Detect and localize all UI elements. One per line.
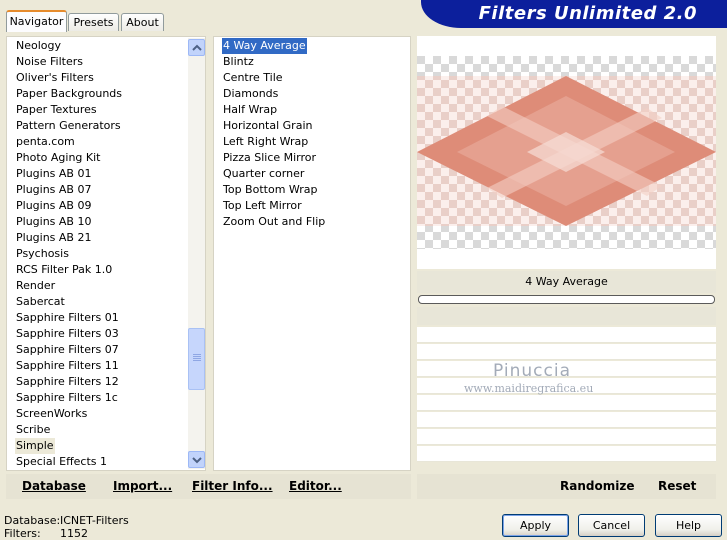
effect-item[interactable]: Centre Tile <box>222 70 284 86</box>
category-item[interactable]: Simple <box>15 438 55 454</box>
parameter-row <box>417 395 716 411</box>
database-button[interactable]: Database <box>22 479 86 493</box>
category-item[interactable]: Oliver's Filters <box>15 70 95 86</box>
database-label: Database: <box>4 514 61 527</box>
effect-item[interactable]: Top Bottom Wrap <box>222 182 319 198</box>
database-value: ICNET-Filters <box>60 514 129 527</box>
category-item[interactable]: Psychosis <box>15 246 70 262</box>
filters-count: 1152 <box>60 527 88 540</box>
effect-item[interactable]: Horizontal Grain <box>222 118 313 134</box>
preview-image <box>417 56 716 249</box>
category-item[interactable]: Plugins AB 01 <box>15 166 92 182</box>
parameter-row <box>417 327 716 343</box>
category-item[interactable]: Sapphire Filters 11 <box>15 358 120 374</box>
app-title: Filters Unlimited 2.0 <box>478 3 697 24</box>
filters-label: Filters: <box>4 527 41 540</box>
category-item[interactable]: Photo Aging Kit <box>15 150 101 166</box>
category-item[interactable]: Plugins AB 07 <box>15 182 92 198</box>
randomize-button[interactable]: Randomize <box>560 479 634 493</box>
category-item[interactable]: Pattern Generators <box>15 118 122 134</box>
category-item[interactable]: Sapphire Filters 03 <box>15 326 120 342</box>
category-item[interactable]: Render <box>15 278 56 294</box>
category-item[interactable]: Noise Filters <box>15 54 84 70</box>
category-item[interactable]: Neology <box>15 38 62 54</box>
effect-item[interactable]: Half Wrap <box>222 102 278 118</box>
category-item[interactable]: Sabercat <box>15 294 66 310</box>
effect-item[interactable]: Blintz <box>222 54 255 70</box>
chevron-up-icon <box>192 44 202 51</box>
scroll-thumb[interactable] <box>188 328 205 390</box>
parameter-row <box>417 344 716 360</box>
preview-area <box>417 36 716 269</box>
chevron-down-icon <box>192 457 202 464</box>
current-effect-label: 4 Way Average <box>417 271 716 293</box>
category-item[interactable]: penta.com <box>15 134 76 150</box>
effect-item[interactable]: Zoom Out and Flip <box>222 214 326 230</box>
scroll-up-button[interactable] <box>188 39 205 56</box>
progress-bar <box>418 295 715 304</box>
scroll-down-button[interactable] <box>188 451 205 468</box>
effect-item[interactable]: 4 Way Average <box>222 38 307 54</box>
import-button[interactable]: Import... <box>113 479 172 493</box>
effect-item[interactable]: Pizza Slice Mirror <box>222 150 317 166</box>
app-banner: Filters Unlimited 2.0 <box>421 0 727 28</box>
left-button-bar: Database Import... Filter Info... Editor… <box>6 474 411 499</box>
parameter-row <box>417 446 716 462</box>
category-item[interactable]: Plugins AB 21 <box>15 230 92 246</box>
category-item[interactable]: Scribe <box>15 422 51 438</box>
watermark-name: Pinuccia <box>493 361 571 381</box>
category-item[interactable]: Sapphire Filters 12 <box>15 374 120 390</box>
effect-item[interactable]: Quarter corner <box>222 166 305 182</box>
effect-item[interactable]: Left Right Wrap <box>222 134 309 150</box>
category-scrollbar[interactable] <box>188 38 205 469</box>
parameter-row <box>417 429 716 445</box>
reset-button[interactable]: Reset <box>658 479 696 493</box>
category-item[interactable]: Paper Textures <box>15 102 98 118</box>
category-item[interactable]: Plugins AB 10 <box>15 214 92 230</box>
category-item[interactable]: Sapphire Filters 01 <box>15 310 120 326</box>
watermark-url: www.maidiregrafica.eu <box>464 382 594 395</box>
filter-category-list[interactable]: Neology Noise Filters Oliver's Filters Pape… <box>6 36 206 471</box>
editor-button[interactable]: Editor... <box>289 479 342 493</box>
tab-about[interactable]: About <box>121 13 164 31</box>
help-button[interactable]: Help <box>655 514 722 537</box>
category-item[interactable]: Sapphire Filters 07 <box>15 342 120 358</box>
tab-navigator[interactable]: Navigator <box>6 10 67 32</box>
right-button-bar: Randomize Reset <box>417 474 716 499</box>
effect-list[interactable]: 4 Way Average Blintz Centre Tile Diamonds Ha… <box>213 36 411 471</box>
category-item[interactable]: RCS Filter Pak 1.0 <box>15 262 113 278</box>
apply-button[interactable]: Apply <box>502 514 569 537</box>
category-item[interactable]: Sapphire Filters 1c <box>15 390 119 406</box>
category-item[interactable]: ScreenWorks <box>15 406 88 422</box>
category-item[interactable]: Special Effects 1 <box>15 454 108 470</box>
category-item[interactable]: Plugins AB 09 <box>15 198 92 214</box>
filter-info-button[interactable]: Filter Info... <box>192 479 273 493</box>
effect-item[interactable]: Diamonds <box>222 86 279 102</box>
parameter-row <box>417 412 716 428</box>
effect-item[interactable]: Top Left Mirror <box>222 198 303 214</box>
category-item[interactable]: Paper Backgrounds <box>15 86 123 102</box>
cancel-button[interactable]: Cancel <box>578 514 645 537</box>
info-box <box>417 307 716 325</box>
tab-presets[interactable]: Presets <box>68 13 119 31</box>
grip-icon <box>193 354 201 362</box>
